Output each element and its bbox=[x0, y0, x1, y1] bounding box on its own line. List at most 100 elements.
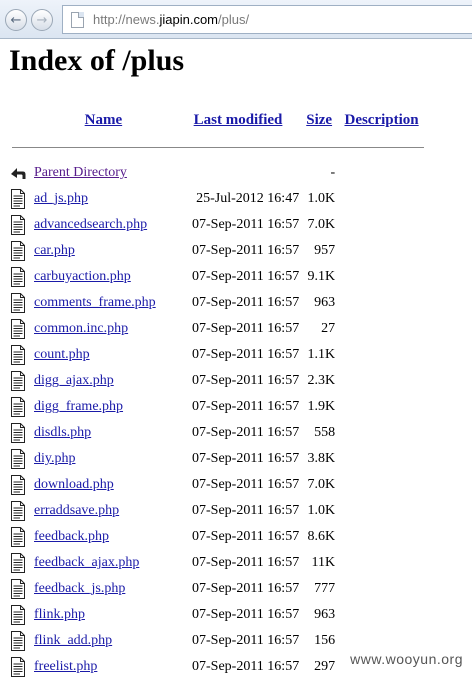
file-link[interactable]: comments_frame.php bbox=[34, 295, 156, 310]
file-description bbox=[337, 316, 426, 342]
file-last-modified: 07-Sep-2011 16:57 bbox=[192, 295, 300, 310]
file-icon bbox=[11, 267, 25, 287]
file-row: ad_js.php 25-Jul-2012 16:47 1.0K bbox=[8, 186, 426, 212]
file-row: count.php 07-Sep-2011 16:57 1.1K bbox=[8, 342, 426, 368]
file-last-modified: 07-Sep-2011 16:57 bbox=[192, 243, 300, 258]
file-last-modified: 07-Sep-2011 16:57 bbox=[192, 607, 300, 622]
file-link[interactable]: flink.php bbox=[34, 607, 85, 622]
header-row: Name Last modified Size Description bbox=[8, 106, 426, 134]
file-size: 7.0K bbox=[307, 477, 336, 492]
name-header: Name bbox=[32, 106, 175, 134]
file-description bbox=[337, 602, 426, 628]
file-link[interactable]: ad_js.php bbox=[34, 191, 88, 206]
file-description bbox=[337, 290, 426, 316]
file-last-modified: 07-Sep-2011 16:57 bbox=[192, 529, 300, 544]
forward-button[interactable]: → bbox=[31, 9, 53, 31]
file-last-modified: 07-Sep-2011 16:57 bbox=[192, 477, 300, 492]
description-header: Description bbox=[337, 106, 426, 134]
file-size: 963 bbox=[314, 607, 336, 622]
file-last-modified: 07-Sep-2011 16:57 bbox=[192, 659, 300, 674]
file-link[interactable]: digg_frame.php bbox=[34, 399, 123, 414]
file-link[interactable]: freelist.php bbox=[34, 659, 97, 674]
file-last-modified: 07-Sep-2011 16:57 bbox=[192, 425, 300, 440]
file-row: common.inc.php 07-Sep-2011 16:57 27 bbox=[8, 316, 426, 342]
sort-by-name-link[interactable]: Name bbox=[85, 112, 123, 128]
file-row: digg_frame.php 07-Sep-2011 16:57 1.9K bbox=[8, 394, 426, 420]
file-link[interactable]: car.php bbox=[34, 243, 75, 258]
file-last-modified: 25-Jul-2012 16:47 bbox=[196, 191, 300, 206]
file-last-modified: 07-Sep-2011 16:57 bbox=[192, 321, 300, 336]
url-text[interactable]: http://news.jiapin.com/plus/ bbox=[93, 12, 249, 27]
file-last-modified: 07-Sep-2011 16:57 bbox=[192, 581, 300, 596]
file-size: 7.0K bbox=[307, 217, 336, 232]
file-description bbox=[337, 368, 426, 394]
file-size: 1.0K bbox=[307, 503, 336, 518]
file-link[interactable]: advancedsearch.php bbox=[34, 217, 147, 232]
file-description bbox=[337, 524, 426, 550]
file-link[interactable]: digg_ajax.php bbox=[34, 373, 114, 388]
file-description bbox=[337, 186, 426, 212]
file-size: 957 bbox=[314, 243, 336, 258]
file-link[interactable]: carbuyaction.php bbox=[34, 269, 131, 284]
page-title: Index of /plus bbox=[9, 44, 185, 77]
arrow-right-icon: → bbox=[36, 12, 48, 28]
file-link[interactable]: diy.php bbox=[34, 451, 75, 466]
sort-by-last-modified-link[interactable]: Last modified bbox=[194, 112, 283, 128]
file-description bbox=[337, 576, 426, 602]
last-modified-header: Last modified bbox=[175, 106, 301, 134]
file-icon bbox=[11, 449, 25, 469]
file-size: 558 bbox=[314, 425, 336, 440]
file-link[interactable]: disdls.php bbox=[34, 425, 91, 440]
horizontal-rule bbox=[12, 146, 424, 148]
file-icon bbox=[11, 423, 25, 443]
file-description bbox=[337, 212, 426, 238]
file-size: 8.6K bbox=[307, 529, 336, 544]
browser-toolbar: ← → http://news.jiapin.com/plus/ bbox=[0, 0, 472, 39]
file-size: 11K bbox=[311, 555, 336, 570]
file-size: - bbox=[330, 165, 336, 180]
back-arrow-icon bbox=[11, 168, 26, 179]
file-size: 777 bbox=[314, 581, 336, 596]
file-last-modified: 07-Sep-2011 16:57 bbox=[192, 399, 300, 414]
file-row: car.php 07-Sep-2011 16:57 957 bbox=[8, 238, 426, 264]
file-size: 27 bbox=[321, 321, 336, 336]
arrow-left-icon: ← bbox=[10, 12, 22, 28]
file-row: erraddsave.php 07-Sep-2011 16:57 1.0K bbox=[8, 498, 426, 524]
file-size: 1.9K bbox=[307, 399, 336, 414]
file-size: 9.1K bbox=[307, 269, 336, 284]
file-link[interactable]: download.php bbox=[34, 477, 114, 492]
sort-by-description-link[interactable]: Description bbox=[344, 112, 418, 128]
file-icon bbox=[11, 553, 25, 573]
file-icon bbox=[11, 657, 25, 677]
address-bar[interactable]: http://news.jiapin.com/plus/ bbox=[62, 5, 472, 34]
file-row: disdls.php 07-Sep-2011 16:57 558 bbox=[8, 420, 426, 446]
file-icon bbox=[11, 319, 25, 339]
sort-by-size-link[interactable]: Size bbox=[306, 112, 332, 128]
directory-listing: Name Last modified Size Description Pare… bbox=[8, 106, 426, 680]
file-last-modified: 07-Sep-2011 16:57 bbox=[192, 269, 300, 284]
file-link[interactable]: common.inc.php bbox=[34, 321, 128, 336]
file-description bbox=[337, 446, 426, 472]
parent-directory-link[interactable]: Parent Directory bbox=[34, 165, 127, 180]
file-last-modified: 07-Sep-2011 16:57 bbox=[192, 633, 300, 648]
file-last-modified: 07-Sep-2011 16:57 bbox=[192, 503, 300, 518]
file-row: diy.php 07-Sep-2011 16:57 3.8K bbox=[8, 446, 426, 472]
file-link[interactable]: feedback_js.php bbox=[34, 581, 125, 596]
file-row: download.php 07-Sep-2011 16:57 7.0K bbox=[8, 472, 426, 498]
url-path: /plus/ bbox=[218, 12, 250, 27]
file-description bbox=[337, 550, 426, 576]
file-icon bbox=[11, 189, 25, 209]
file-size: 3.8K bbox=[307, 451, 336, 466]
file-link[interactable]: count.php bbox=[34, 347, 90, 362]
file-link[interactable]: feedback.php bbox=[34, 529, 109, 544]
file-icon bbox=[11, 579, 25, 599]
header-separator-row bbox=[8, 134, 426, 160]
file-link[interactable]: feedback_ajax.php bbox=[34, 555, 139, 570]
file-last-modified: 07-Sep-2011 16:57 bbox=[192, 217, 300, 232]
back-button[interactable]: ← bbox=[5, 9, 27, 31]
file-link[interactable]: flink_add.php bbox=[34, 633, 112, 648]
file-description bbox=[337, 498, 426, 524]
file-icon bbox=[11, 345, 25, 365]
file-row: feedback.php 07-Sep-2011 16:57 8.6K bbox=[8, 524, 426, 550]
file-link[interactable]: erraddsave.php bbox=[34, 503, 119, 518]
